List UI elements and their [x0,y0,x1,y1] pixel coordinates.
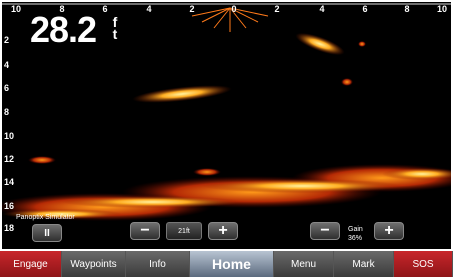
fish-echo [193,168,221,176]
x-tick: 10 [10,4,22,14]
transducer-fan [191,7,269,32]
tab-engage[interactable]: Engage [0,251,62,277]
tab-home[interactable]: Home [190,251,274,277]
tab-mark[interactable]: Mark [334,251,394,277]
fish-echo [341,78,353,86]
x-tick: 4 [146,4,152,14]
y-tick: 12 [4,154,15,164]
sonar-view: 10 8 6 4 2 0 2 4 6 8 10 2 4 6 8 10 12 14… [2,2,451,249]
depth-readout: 28.2 [30,9,97,50]
x-tick: 4 [319,4,325,14]
y-tick: 2 [4,35,10,45]
range-value: 21ft [166,222,202,240]
tab-menu[interactable]: Menu [274,251,334,277]
tab-waypoints[interactable]: Waypoints [62,251,126,277]
y-tick: 4 [4,60,10,70]
x-tick: 6 [362,4,368,14]
y-tick: 6 [4,83,10,93]
x-tick: 2 [189,4,195,14]
x-tick: 10 [436,4,448,14]
y-tick: 8 [4,107,10,117]
gain-increase-button[interactable]: + [374,222,404,240]
depth-unit-bottom: t [112,26,118,42]
simulator-label: Panoptix Simulator [16,214,75,221]
range-increase-button[interactable]: + [208,222,238,240]
gain-label: Gain 36% [348,225,363,243]
range-decrease-button[interactable]: − [130,222,160,240]
x-tick: 8 [404,4,410,14]
y-tick: 18 [4,223,15,233]
bottom-menu-bar: Engage Waypoints Info Home Menu Mark SOS [0,251,453,277]
fish-echo [295,32,345,56]
depth-unit: f t [110,15,120,42]
gain-value: 36% [348,235,363,242]
pause-button[interactable]: II [32,224,62,242]
x-tick: 2 [274,4,280,14]
gain-decrease-button[interactable]: − [310,222,340,240]
y-tick: 16 [4,201,15,211]
device-screen: 10 8 6 4 2 0 2 4 6 8 10 2 4 6 8 10 12 14… [0,0,453,277]
tab-info[interactable]: Info [126,251,190,277]
gain-title: Gain [348,226,363,233]
bottom-contour [2,164,451,221]
fish-echo [132,85,232,103]
y-tick: 10 [4,131,15,141]
y-tick: 14 [4,177,15,187]
x-tick: 0 [231,4,237,14]
fish-echo [358,41,366,47]
x-tick: 6 [102,4,108,14]
fish-echo [28,156,56,164]
tab-sos[interactable]: SOS [394,251,453,277]
